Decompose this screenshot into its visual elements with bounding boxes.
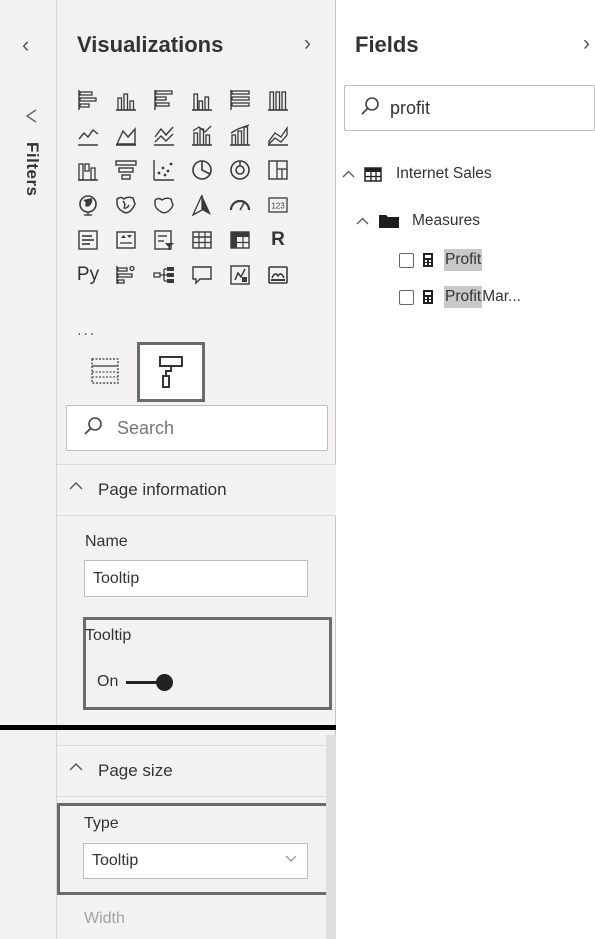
waterfall-chart-icon[interactable] xyxy=(71,153,105,187)
key-influencers-icon[interactable] xyxy=(109,258,143,292)
chevron-up-icon xyxy=(69,759,83,777)
paginated-report-icon[interactable] xyxy=(261,258,295,292)
calculator-icon xyxy=(422,289,434,305)
qa-icon[interactable] xyxy=(185,258,219,292)
fields-pane: Fields › profit Internet Sales Measures … xyxy=(336,0,595,939)
kpi-icon[interactable] xyxy=(109,223,143,257)
visual-gallery: 123 R Py xyxy=(71,83,321,293)
toggle-track xyxy=(126,673,174,691)
chevron-up-icon xyxy=(356,214,378,229)
page-size-section-header[interactable]: Page size xyxy=(57,745,327,797)
expand-fields-icon[interactable]: › xyxy=(583,32,590,56)
filter-funnel-icon xyxy=(24,108,38,127)
page-type-value: Tooltip xyxy=(92,852,139,869)
chevron-up-icon xyxy=(342,167,364,182)
stacked-column-chart-icon[interactable] xyxy=(109,83,143,117)
fields-search-box[interactable]: profit xyxy=(344,85,595,131)
page-name-field[interactable] xyxy=(84,560,308,597)
filled-map-icon[interactable] xyxy=(109,188,143,222)
expand-visualizations-icon[interactable]: › xyxy=(304,32,311,56)
tooltip-toggle-state: On xyxy=(97,673,119,690)
ribbon-chart-icon[interactable] xyxy=(261,118,295,152)
search-icon xyxy=(83,416,103,442)
100-stacked-bar-chart-icon[interactable] xyxy=(223,83,257,117)
gauge-icon[interactable] xyxy=(223,188,257,222)
funnel-chart-icon[interactable] xyxy=(109,153,143,187)
donut-chart-icon[interactable] xyxy=(223,153,257,187)
visualizations-pane: Visualizations › 123 R Py ... Page informa… xyxy=(57,0,336,939)
search-icon xyxy=(360,96,380,122)
field-item-profit[interactable]: Profit xyxy=(399,249,483,271)
visualizations-title: Visualizations xyxy=(77,32,224,57)
stacked-bar-chart-icon[interactable] xyxy=(71,83,105,117)
folder-node-measures[interactable]: Measures xyxy=(356,212,480,230)
page-information-section-header[interactable]: Page information xyxy=(57,464,336,516)
r-visual-icon[interactable]: R xyxy=(261,223,295,257)
tooltip-toggle[interactable]: On xyxy=(97,673,174,691)
fields-tab-icon[interactable] xyxy=(87,355,123,387)
table-node-internet-sales[interactable]: Internet Sales xyxy=(342,165,492,183)
stacked-area-chart-icon[interactable] xyxy=(147,118,181,152)
calculator-icon xyxy=(422,252,434,268)
page-type-dropdown[interactable]: Tooltip xyxy=(83,843,308,879)
line-stacked-column-chart-icon[interactable] xyxy=(223,118,257,152)
fields-title: Fields xyxy=(355,32,419,57)
treemap-icon[interactable] xyxy=(261,153,295,187)
svg-text:123: 123 xyxy=(271,202,285,211)
folder-icon xyxy=(378,213,400,229)
pane-scrollbar[interactable] xyxy=(326,735,336,939)
chevron-down-icon xyxy=(285,850,297,867)
more-visuals-button[interactable]: ... xyxy=(77,322,96,340)
shape-map-icon[interactable] xyxy=(147,188,181,222)
table-icon xyxy=(364,166,382,182)
collapse-filters-icon[interactable]: ‹ xyxy=(22,32,29,58)
field-item-profit-margin[interactable]: Profit Mar... xyxy=(399,286,521,308)
area-chart-icon[interactable] xyxy=(109,118,143,152)
field-checkbox[interactable] xyxy=(399,289,414,305)
fields-search-value[interactable]: profit xyxy=(390,98,430,119)
chevron-up-icon xyxy=(69,478,83,496)
field-name-rest: Mar... xyxy=(482,288,521,305)
clustered-bar-chart-icon[interactable] xyxy=(147,83,181,117)
python-visual-icon[interactable]: Py xyxy=(71,258,105,292)
map-icon[interactable] xyxy=(71,188,105,222)
visualizations-search-box[interactable] xyxy=(66,405,328,451)
line-clustered-column-chart-icon[interactable] xyxy=(185,118,219,152)
line-chart-icon[interactable] xyxy=(71,118,105,152)
tooltip-label: Tooltip xyxy=(85,627,132,644)
table-name: Internet Sales xyxy=(396,165,492,182)
filters-pane: ‹ Filters xyxy=(0,0,57,939)
smart-narrative-icon[interactable] xyxy=(223,258,257,292)
table-icon[interactable] xyxy=(185,223,219,257)
field-name-highlight: Profit xyxy=(444,249,483,271)
slicer-icon[interactable] xyxy=(147,223,181,257)
field-name-highlight: Profit xyxy=(444,286,483,308)
matrix-icon[interactable] xyxy=(223,223,257,257)
folder-name: Measures xyxy=(412,212,481,229)
type-label: Type xyxy=(84,815,119,832)
page-size-label: Page size xyxy=(98,761,173,780)
multi-row-card-icon[interactable] xyxy=(71,223,105,257)
field-checkbox[interactable] xyxy=(399,252,414,268)
card-icon[interactable]: 123 xyxy=(261,188,295,222)
pie-chart-icon[interactable] xyxy=(185,153,219,187)
width-label: Width xyxy=(84,910,125,927)
azure-map-icon[interactable] xyxy=(185,188,219,222)
scatter-chart-icon[interactable] xyxy=(147,153,181,187)
filters-label[interactable]: Filters xyxy=(22,142,42,197)
format-paint-roller-icon[interactable] xyxy=(137,342,205,402)
toggle-knob[interactable] xyxy=(156,673,174,691)
name-label: Name xyxy=(85,533,128,550)
clustered-column-chart-icon[interactable] xyxy=(185,83,219,117)
page-information-label: Page information xyxy=(98,480,227,499)
decomposition-tree-icon[interactable] xyxy=(147,258,181,292)
100-stacked-column-chart-icon[interactable] xyxy=(261,83,295,117)
visualizations-search-input[interactable] xyxy=(117,416,307,440)
